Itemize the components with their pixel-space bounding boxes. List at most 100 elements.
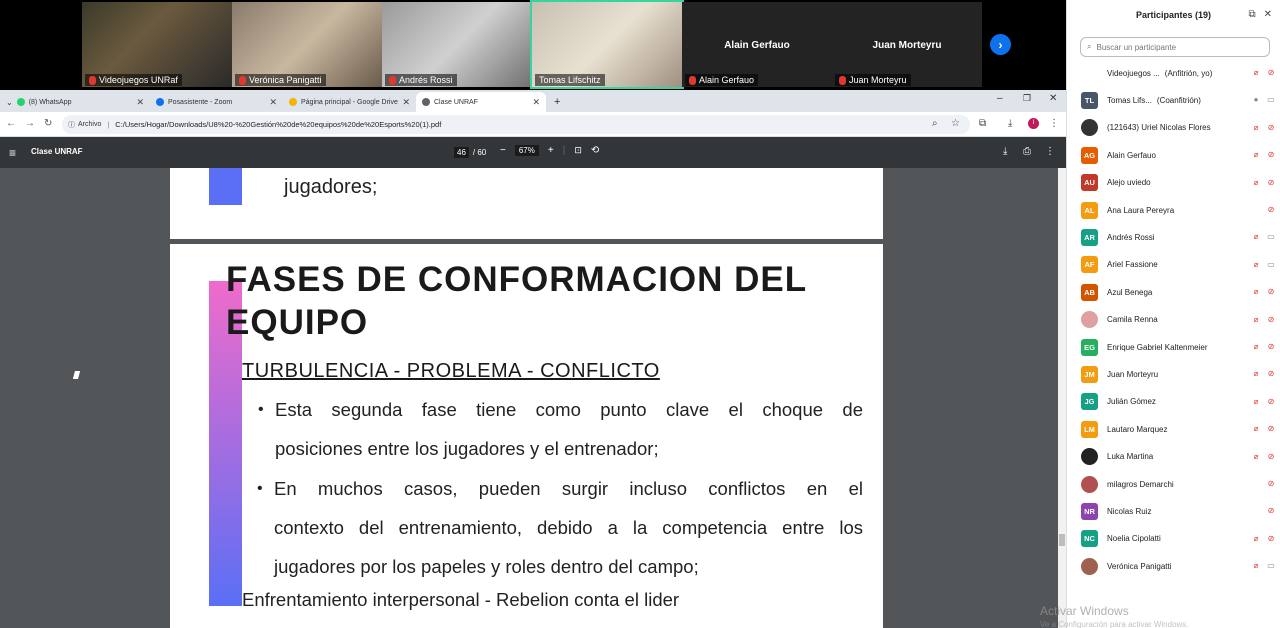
- camera-off-icon[interactable]: ⊘: [1266, 178, 1276, 188]
- participant-row[interactable]: Luka Martina ⌀ ⊘: [1081, 447, 1276, 467]
- mic-muted-icon[interactable]: ⌀: [1251, 287, 1261, 297]
- camera-off-icon[interactable]: ⊘: [1266, 424, 1276, 434]
- restore-icon[interactable]: ❐: [1023, 93, 1031, 104]
- tab-zoom[interactable]: Posasistente - Zoom ✕: [150, 92, 283, 112]
- participant-row[interactable]: Camila Renna ⌀ ⊘: [1081, 310, 1276, 330]
- mic-muted-icon[interactable]: ⌀: [1251, 123, 1261, 133]
- video-tile[interactable]: Verónica Panigatti: [232, 2, 382, 87]
- mic-muted-icon[interactable]: ⌀: [1251, 424, 1261, 434]
- download-icon[interactable]: ⤓: [1003, 146, 1007, 157]
- mic-muted-icon[interactable]: ⌀: [1251, 342, 1261, 352]
- zoom-level-input[interactable]: 67%: [514, 145, 539, 156]
- participant-row[interactable]: (121643) Uriel Nicolas Flores ⌀ ⊘: [1081, 118, 1276, 138]
- video-tile[interactable]: Alain Gerfauo Alain Gerfauo: [682, 2, 832, 87]
- mic-icon[interactable]: [1251, 479, 1261, 489]
- camera-icon[interactable]: ▭: [1266, 232, 1276, 242]
- mic-muted-icon[interactable]: ⌀: [1251, 150, 1261, 160]
- kebab-menu-icon[interactable]: ⋮: [1049, 118, 1059, 129]
- zoom-lens-icon[interactable]: ⌕: [932, 118, 938, 129]
- zoom-in-button[interactable]: +: [548, 145, 554, 156]
- mic-muted-icon[interactable]: ⌀: [1251, 369, 1261, 379]
- tab-clase-unraf[interactable]: Clase UNRAF ✕: [416, 92, 546, 112]
- hamburger-menu-icon[interactable]: ≡: [9, 146, 16, 160]
- camera-off-icon[interactable]: ⊘: [1266, 150, 1276, 160]
- video-tile-active-speaker[interactable]: Tomas Lifschitz: [530, 0, 684, 89]
- camera-icon[interactable]: ▭: [1266, 95, 1276, 105]
- participant-row[interactable]: EG Enrique Gabriel Kaltenmeier ⌀ ⊘: [1081, 337, 1276, 357]
- mic-icon[interactable]: [1251, 205, 1261, 215]
- video-tile[interactable]: Juan Morteyru Juan Morteyru: [832, 2, 982, 87]
- chevron-down-icon[interactable]: ⌄: [6, 98, 13, 107]
- mic-muted-icon[interactable]: ⌀: [1251, 232, 1261, 242]
- new-tab-button[interactable]: +: [548, 92, 566, 112]
- popout-icon[interactable]: ⧉: [1248, 9, 1255, 20]
- page-number-input[interactable]: 46: [454, 147, 469, 158]
- scrollbar-thumb[interactable]: [1059, 534, 1065, 546]
- close-icon[interactable]: ✕: [532, 97, 540, 108]
- participant-row[interactable]: NC Noelia Cipolatti ⌀ ⊘: [1081, 529, 1276, 549]
- forward-icon[interactable]: →: [25, 118, 35, 129]
- mic-muted-icon[interactable]: ⌀: [1251, 178, 1261, 188]
- tab-whatsapp[interactable]: ⌄ (8) WhatsApp ✕: [0, 92, 150, 112]
- camera-off-icon[interactable]: ⊘: [1266, 369, 1276, 379]
- more-options-icon[interactable]: ⋮: [1045, 146, 1055, 157]
- close-icon[interactable]: ✕: [269, 97, 277, 108]
- pdf-scrollbar[interactable]: [1058, 168, 1066, 628]
- close-icon[interactable]: ✕: [136, 97, 144, 108]
- mic-icon[interactable]: [1251, 506, 1261, 516]
- mic-muted-icon[interactable]: ⌀: [1251, 397, 1261, 407]
- camera-icon[interactable]: ▭: [1266, 260, 1276, 270]
- video-tile[interactable]: Andrés Rossi: [382, 2, 532, 87]
- participant-row[interactable]: AR Andrés Rossi ⌀ ▭: [1081, 227, 1276, 247]
- mic-icon[interactable]: ●: [1251, 95, 1261, 105]
- video-tile[interactable]: Videojuegos UNRaf: [82, 2, 232, 87]
- mic-muted-icon[interactable]: ⌀: [1251, 260, 1261, 270]
- camera-off-icon[interactable]: ⊘: [1266, 315, 1276, 325]
- back-icon[interactable]: ←: [6, 118, 16, 129]
- close-icon[interactable]: ✕: [402, 97, 410, 108]
- camera-off-icon[interactable]: ⊘: [1266, 452, 1276, 462]
- participant-row[interactable]: AB Azul Benega ⌀ ⊘: [1081, 282, 1276, 302]
- camera-off-icon[interactable]: ⊘: [1266, 68, 1276, 78]
- mic-muted-icon[interactable]: ⌀: [1251, 561, 1261, 571]
- zoom-out-button[interactable]: −: [500, 145, 506, 156]
- camera-off-icon[interactable]: ⊘: [1266, 205, 1276, 215]
- print-icon[interactable]: ⎙: [1023, 146, 1031, 157]
- participant-search-input[interactable]: ⌕ Buscar un participante: [1080, 37, 1270, 57]
- participant-row[interactable]: LM Lautaro Marquez ⌀ ⊘: [1081, 419, 1276, 439]
- participant-row[interactable]: NR Nicolas Ruiz ⊘: [1081, 501, 1276, 521]
- bookmark-star-icon[interactable]: ☆: [951, 118, 960, 129]
- camera-off-icon[interactable]: ⊘: [1266, 397, 1276, 407]
- site-info-chip[interactable]: ⓘ Archivo: [68, 120, 101, 130]
- download-icon[interactable]: ⤓: [1008, 118, 1012, 129]
- participant-row[interactable]: JG Julián Gómez ⌀ ⊘: [1081, 392, 1276, 412]
- extensions-icon[interactable]: ⧉: [979, 118, 986, 129]
- fit-page-icon[interactable]: ⊡: [574, 145, 582, 156]
- participant-row[interactable]: AG Alain Gerfauo ⌀ ⊘: [1081, 145, 1276, 165]
- participant-row[interactable]: AL Ana Laura Pereyra ⊘: [1081, 200, 1276, 220]
- close-icon[interactable]: ✕: [1264, 9, 1272, 20]
- participant-row[interactable]: Videojuegos ... (Anfitrión, yo) ⌀ ⊘: [1081, 63, 1276, 83]
- address-bar[interactable]: ⓘ Archivo | C:/Users/Hogar/Downloads/U8%2…: [62, 115, 970, 134]
- reload-icon[interactable]: ↻: [44, 118, 52, 129]
- camera-icon[interactable]: ▭: [1266, 561, 1276, 571]
- tab-google-drive[interactable]: Página principal - Google Drive ✕: [283, 92, 416, 112]
- minimize-icon[interactable]: –: [997, 93, 1003, 104]
- profile-avatar-icon[interactable]: I: [1028, 118, 1039, 129]
- participant-row[interactable]: Verónica Panigatti ⌀ ▭: [1081, 556, 1276, 576]
- participant-row[interactable]: milagros Demarchi ⊘: [1081, 474, 1276, 494]
- mic-muted-icon[interactable]: ⌀: [1251, 534, 1261, 544]
- camera-off-icon[interactable]: ⊘: [1266, 479, 1276, 489]
- close-window-icon[interactable]: ✕: [1049, 93, 1057, 104]
- next-page-button[interactable]: ›: [990, 34, 1011, 55]
- pdf-viewport[interactable]: jugadores; FASES DE CONFORMACION DEL EQU…: [0, 168, 1066, 628]
- camera-off-icon[interactable]: ⊘: [1266, 342, 1276, 352]
- participant-row[interactable]: AF Ariel Fassione ⌀ ▭: [1081, 255, 1276, 275]
- rotate-icon[interactable]: ⟲: [591, 145, 599, 156]
- participant-row[interactable]: TL Tomas Lifs... (Coanfitrión) ● ▭: [1081, 90, 1276, 110]
- mic-muted-icon[interactable]: ⌀: [1251, 68, 1261, 78]
- mic-muted-icon[interactable]: ⌀: [1251, 315, 1261, 325]
- participant-row[interactable]: AU Alejo uviedo ⌀ ⊘: [1081, 173, 1276, 193]
- participant-row[interactable]: JM Juan Morteyru ⌀ ⊘: [1081, 364, 1276, 384]
- mic-muted-icon[interactable]: ⌀: [1251, 452, 1261, 462]
